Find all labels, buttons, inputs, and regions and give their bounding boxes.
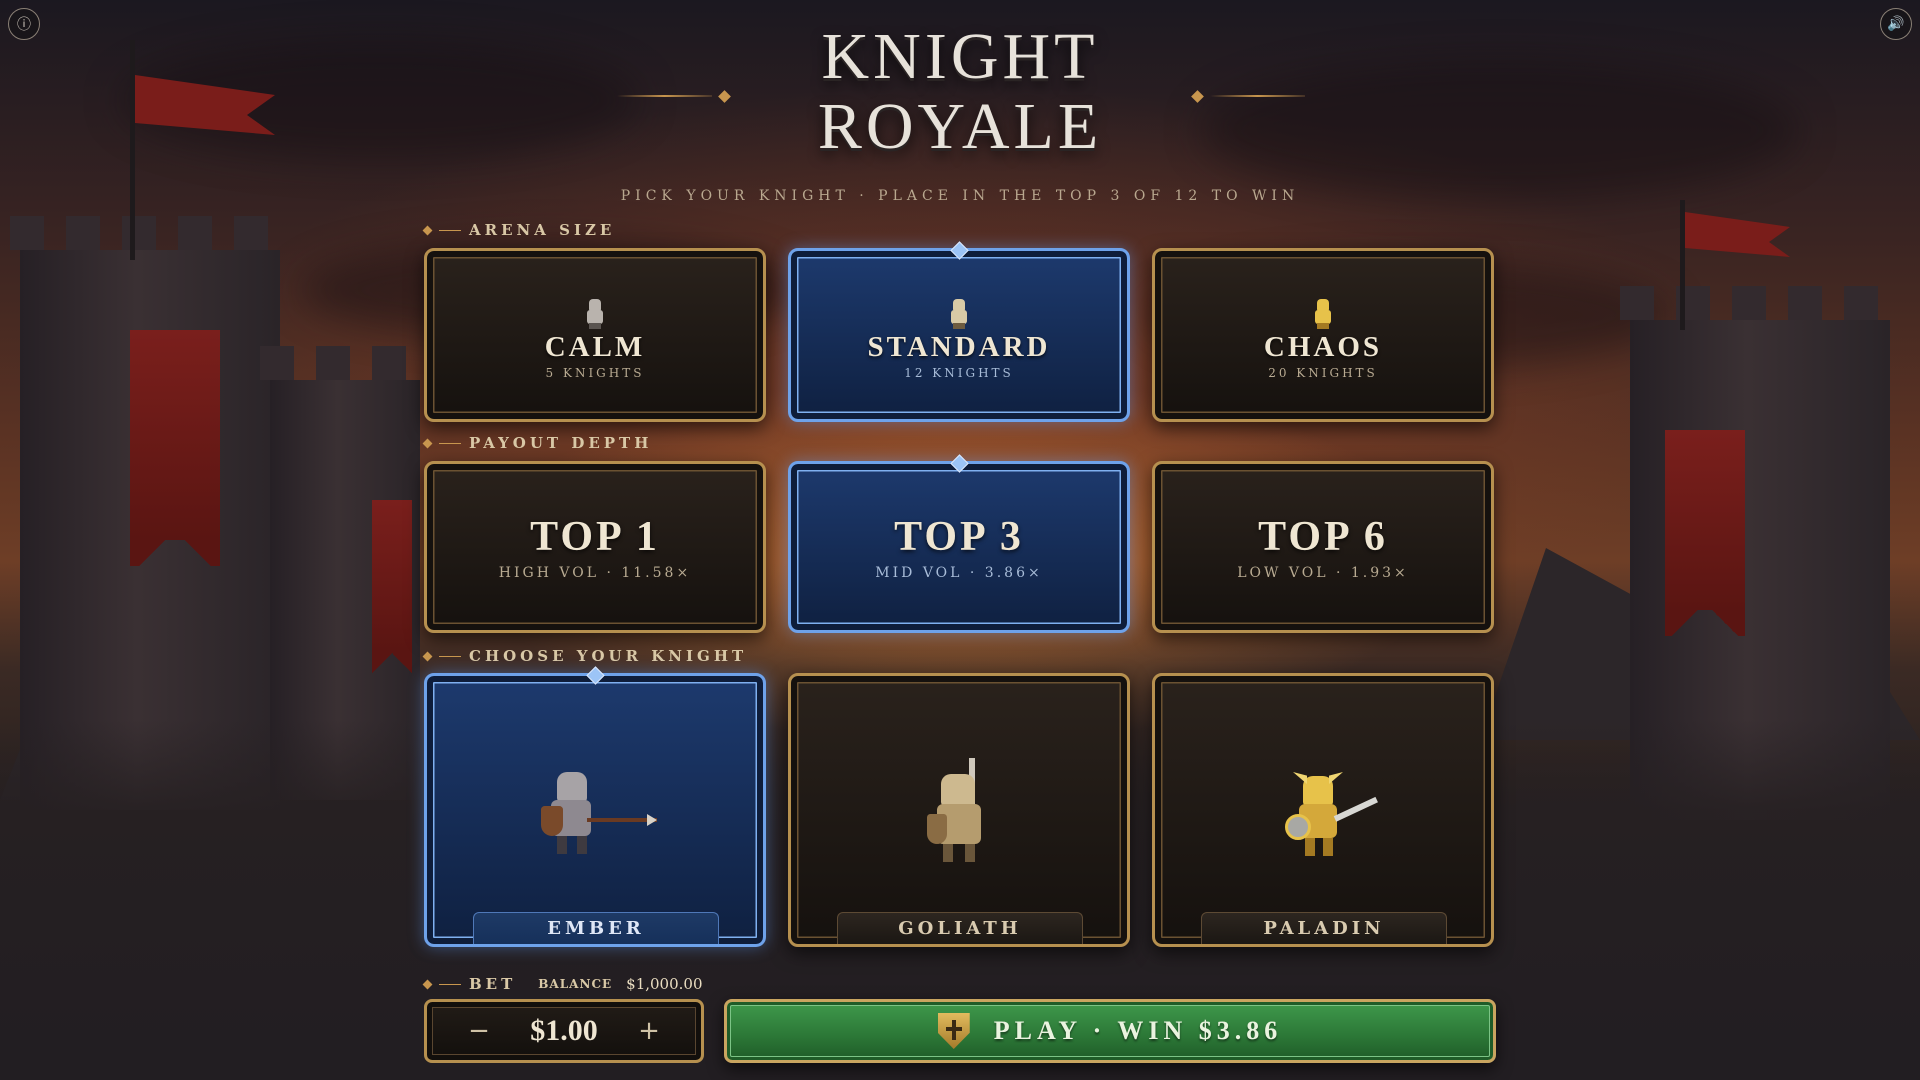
knight-name-plate: PALADIN (1201, 912, 1447, 944)
arena-option-sub: 5 KNIGHTS (545, 365, 645, 380)
bet-decrease-button[interactable]: − (467, 1016, 491, 1046)
payout-option-sub: LOW VOL · 1.93× (1237, 565, 1409, 581)
knight-name-plate: GOLIATH (837, 912, 1083, 944)
game-title: KNIGHT ROYALE (0, 22, 1920, 162)
play-button-label: PLAY · WIN $3.86 (993, 1016, 1283, 1045)
payout-option-sub: MID VOL · 3.86× (875, 565, 1043, 581)
arena-option-sub: 12 KNIGHTS (904, 365, 1014, 380)
title-ornament-left (617, 89, 731, 103)
payout-depth-label: PAYOUT DEPTH (422, 434, 653, 452)
payout-option-title: TOP 6 (1258, 514, 1388, 560)
payout-depth-options: TOP 1 HIGH VOL · 11.58× TOP 3 MID VOL · … (424, 461, 1496, 633)
goliath-knight-sprite (899, 758, 1019, 868)
payout-option-sub: HIGH VOL · 11.58× (498, 565, 692, 581)
right-flag (1685, 212, 1790, 257)
arena-option-title: CHAOS (1263, 330, 1383, 363)
right-tower (1620, 286, 1900, 820)
balance-value: $1,000.00 (626, 975, 703, 993)
payout-option-title: TOP 3 (894, 514, 1024, 560)
choose-knight-label-text: CHOOSE YOUR KNIGHT (469, 647, 748, 665)
payout-option-title: TOP 1 (530, 514, 660, 560)
knight-option-goliath[interactable]: GOLIATH (788, 673, 1130, 947)
payout-option-top3[interactable]: TOP 3 MID VOL · 3.86× (788, 461, 1130, 633)
play-button[interactable]: PLAY · WIN $3.86 (724, 999, 1496, 1063)
knight-name-plate: EMBER (473, 912, 719, 944)
knight-icon (582, 298, 608, 329)
payout-depth-label-text: PAYOUT DEPTH (469, 434, 653, 452)
title-line-2: ROYALE (817, 90, 1103, 163)
knight-options: EMBER GOLIATH PALADIN (424, 673, 1496, 947)
bet-increase-button[interactable]: + (637, 1016, 661, 1046)
knight-icon (1310, 298, 1336, 329)
payout-option-top6[interactable]: TOP 6 LOW VOL · 1.93× (1152, 461, 1494, 633)
paladin-knight-sprite (1263, 758, 1383, 868)
subtitle: PICK YOUR KNIGHT · PLACE IN THE TOP 3 OF… (620, 188, 1300, 204)
payout-option-top1[interactable]: TOP 1 HIGH VOL · 11.58× (424, 461, 766, 633)
bet-amount: $1.00 (530, 1014, 598, 1047)
arena-size-label: ARENA SIZE (422, 221, 616, 239)
arena-size-label-text: ARENA SIZE (469, 221, 616, 239)
arena-size-options: CALM 5 KNIGHTS STANDARD 12 KNIGHTS CHAOS… (424, 248, 1496, 422)
knight-icon (946, 298, 972, 329)
balance-label: BALANCE (538, 977, 613, 991)
arena-option-title: STANDARD (867, 330, 1051, 363)
left-tower (10, 216, 290, 810)
arena-option-standard[interactable]: STANDARD 12 KNIGHTS (788, 248, 1130, 422)
choose-knight-label: CHOOSE YOUR KNIGHT (422, 647, 748, 665)
arena-option-sub: 20 KNIGHTS (1268, 365, 1378, 380)
knight-option-paladin[interactable]: PALADIN (1152, 673, 1494, 947)
bet-label: BET BALANCE $1,000.00 (422, 975, 703, 993)
ember-knight-sprite (535, 758, 657, 868)
shield-cross-icon (937, 1013, 970, 1049)
knight-option-ember[interactable]: EMBER (424, 673, 766, 947)
arena-option-title: CALM (544, 330, 646, 363)
arena-option-calm[interactable]: CALM 5 KNIGHTS (424, 248, 766, 422)
arena-option-chaos[interactable]: CHAOS 20 KNIGHTS (1152, 248, 1494, 422)
bet-label-text: BET (469, 975, 517, 993)
title-ornament-right (1191, 89, 1305, 103)
bet-stepper: − $1.00 + (424, 999, 704, 1063)
title-line-1: KNIGHT (821, 20, 1099, 93)
